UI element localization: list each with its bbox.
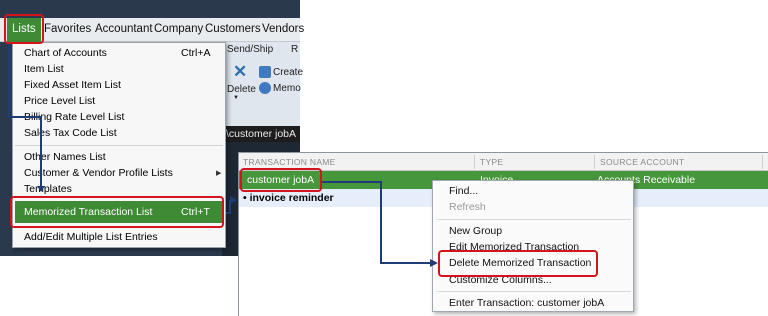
column-header-source-account[interactable]: SOURCE ACCOUNT (600, 157, 685, 167)
column-divider[interactable] (762, 155, 763, 169)
row-transaction-name: • invoice reminder (243, 192, 334, 204)
memo-icon[interactable] (259, 82, 271, 94)
connector-line (8, 42, 10, 118)
menu-separator (15, 145, 223, 146)
toolbar-ribbon: Send/Ship R ✕ Delete ▼ Create Memo (222, 42, 303, 128)
menu-item-other-names-list[interactable]: Other Names List (24, 151, 106, 163)
callout-lists-menu (4, 14, 44, 44)
menu-item-templates[interactable]: Templates (24, 183, 72, 195)
callout-customer-joba (240, 168, 322, 192)
create-icon[interactable] (259, 66, 271, 78)
connector-line (322, 181, 382, 183)
menu-item-item-list[interactable]: Item List (24, 63, 64, 75)
delete-x-icon[interactable]: ✕ (233, 63, 249, 80)
context-menu: Find... Refresh New Group Edit Memorized… (432, 180, 634, 312)
column-divider[interactable] (594, 155, 595, 169)
menu-vendors[interactable]: Vendors (262, 23, 304, 35)
menu-separator (437, 291, 631, 292)
arrow-right-icon (230, 196, 237, 204)
submenu-arrow-icon: ▶ (216, 170, 222, 177)
menu-separator (437, 219, 631, 220)
menu-accountant[interactable]: Accountant (95, 23, 153, 35)
column-header-transaction-name[interactable]: TRANSACTION NAME (243, 157, 336, 167)
send-ship-tab[interactable]: Send/Ship (227, 44, 273, 55)
screenshot-stage: Lists Favorites Accountant Company Custo… (0, 0, 768, 316)
connector-line (380, 262, 432, 264)
arrow-down-icon (37, 186, 45, 192)
filter-text: \customer jobA (226, 128, 297, 140)
shortcut-chart-of-accounts: Ctrl+A (181, 47, 211, 59)
callout-delete-memorized-transaction (438, 250, 598, 277)
menu-item-customer-vendor-profile-lists[interactable]: Customer & Vendor Profile Lists (24, 167, 173, 179)
column-header-type[interactable]: TYPE (480, 157, 503, 167)
create-button-label[interactable]: Create (273, 67, 303, 78)
delete-button-label[interactable]: Delete (227, 84, 256, 95)
callout-memorized-transaction-list (10, 196, 224, 228)
context-item-new-group[interactable]: New Group (449, 225, 502, 237)
menu-customers[interactable]: Customers (205, 23, 261, 35)
column-divider[interactable] (474, 155, 475, 169)
menu-bar: Lists Favorites Accountant Company Custo… (0, 18, 304, 42)
chevron-down-icon[interactable]: ▼ (233, 95, 239, 101)
menu-company[interactable]: Company (154, 23, 203, 35)
menu-item-price-level-list[interactable]: Price Level List (24, 95, 95, 107)
menu-item-add-edit-multiple-list-entries[interactable]: Add/Edit Multiple List Entries (24, 231, 158, 243)
menu-item-sales-tax-code-list[interactable]: Sales Tax Code List (24, 127, 117, 139)
connector-line (40, 116, 42, 188)
menu-favorites[interactable]: Favorites (44, 23, 91, 35)
memo-button-label[interactable]: Memo (273, 83, 301, 94)
context-item-enter-transaction[interactable]: Enter Transaction: customer jobA (449, 297, 604, 309)
menu-item-fixed-asset-item-list[interactable]: Fixed Asset Item List (24, 79, 121, 91)
connector-line (380, 181, 382, 264)
arrow-right-icon (430, 259, 438, 267)
context-item-refresh[interactable]: Refresh (449, 201, 486, 213)
connector-line (8, 116, 42, 118)
ribbon-tab-r[interactable]: R (291, 44, 298, 55)
filter-bar: \customer jobA (222, 126, 300, 142)
menu-item-chart-of-accounts[interactable]: Chart of Accounts (24, 47, 107, 59)
context-item-find[interactable]: Find... (449, 185, 478, 197)
